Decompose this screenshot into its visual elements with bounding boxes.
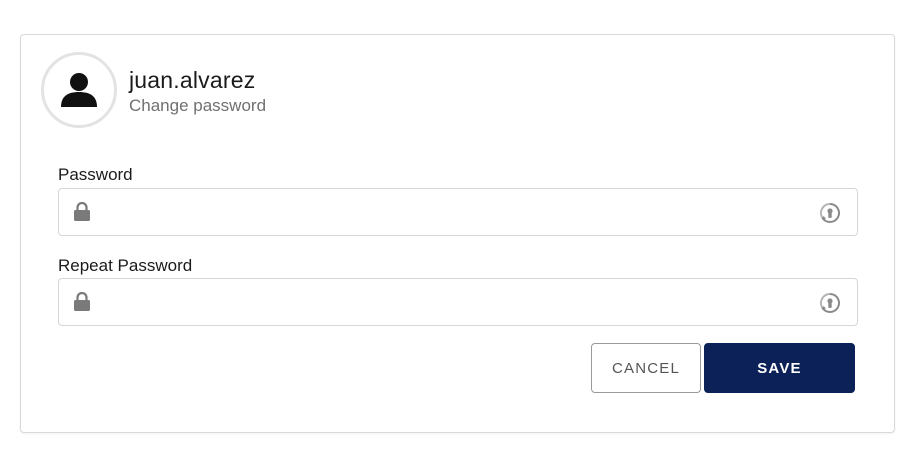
repeat-password-input[interactable] [103,279,809,325]
password-field[interactable] [58,188,858,236]
repeat-password-label: Repeat Password [58,256,193,275]
lock-icon [73,291,91,317]
password-label: Password [58,165,133,184]
password-reveal-icon[interactable] [819,202,841,224]
change-password-card: juan.alvarez Change password Password Re… [20,34,895,433]
password-reveal-icon[interactable] [819,292,841,314]
password-input[interactable] [103,189,809,235]
username: juan.alvarez [129,67,256,93]
save-button[interactable]: SAVE [704,343,855,393]
page-subtitle: Change password [129,96,267,115]
lock-icon [73,201,91,227]
cancel-button[interactable]: CANCEL [591,343,701,393]
user-icon [61,73,97,107]
repeat-password-field[interactable] [58,278,858,326]
avatar [41,52,117,128]
